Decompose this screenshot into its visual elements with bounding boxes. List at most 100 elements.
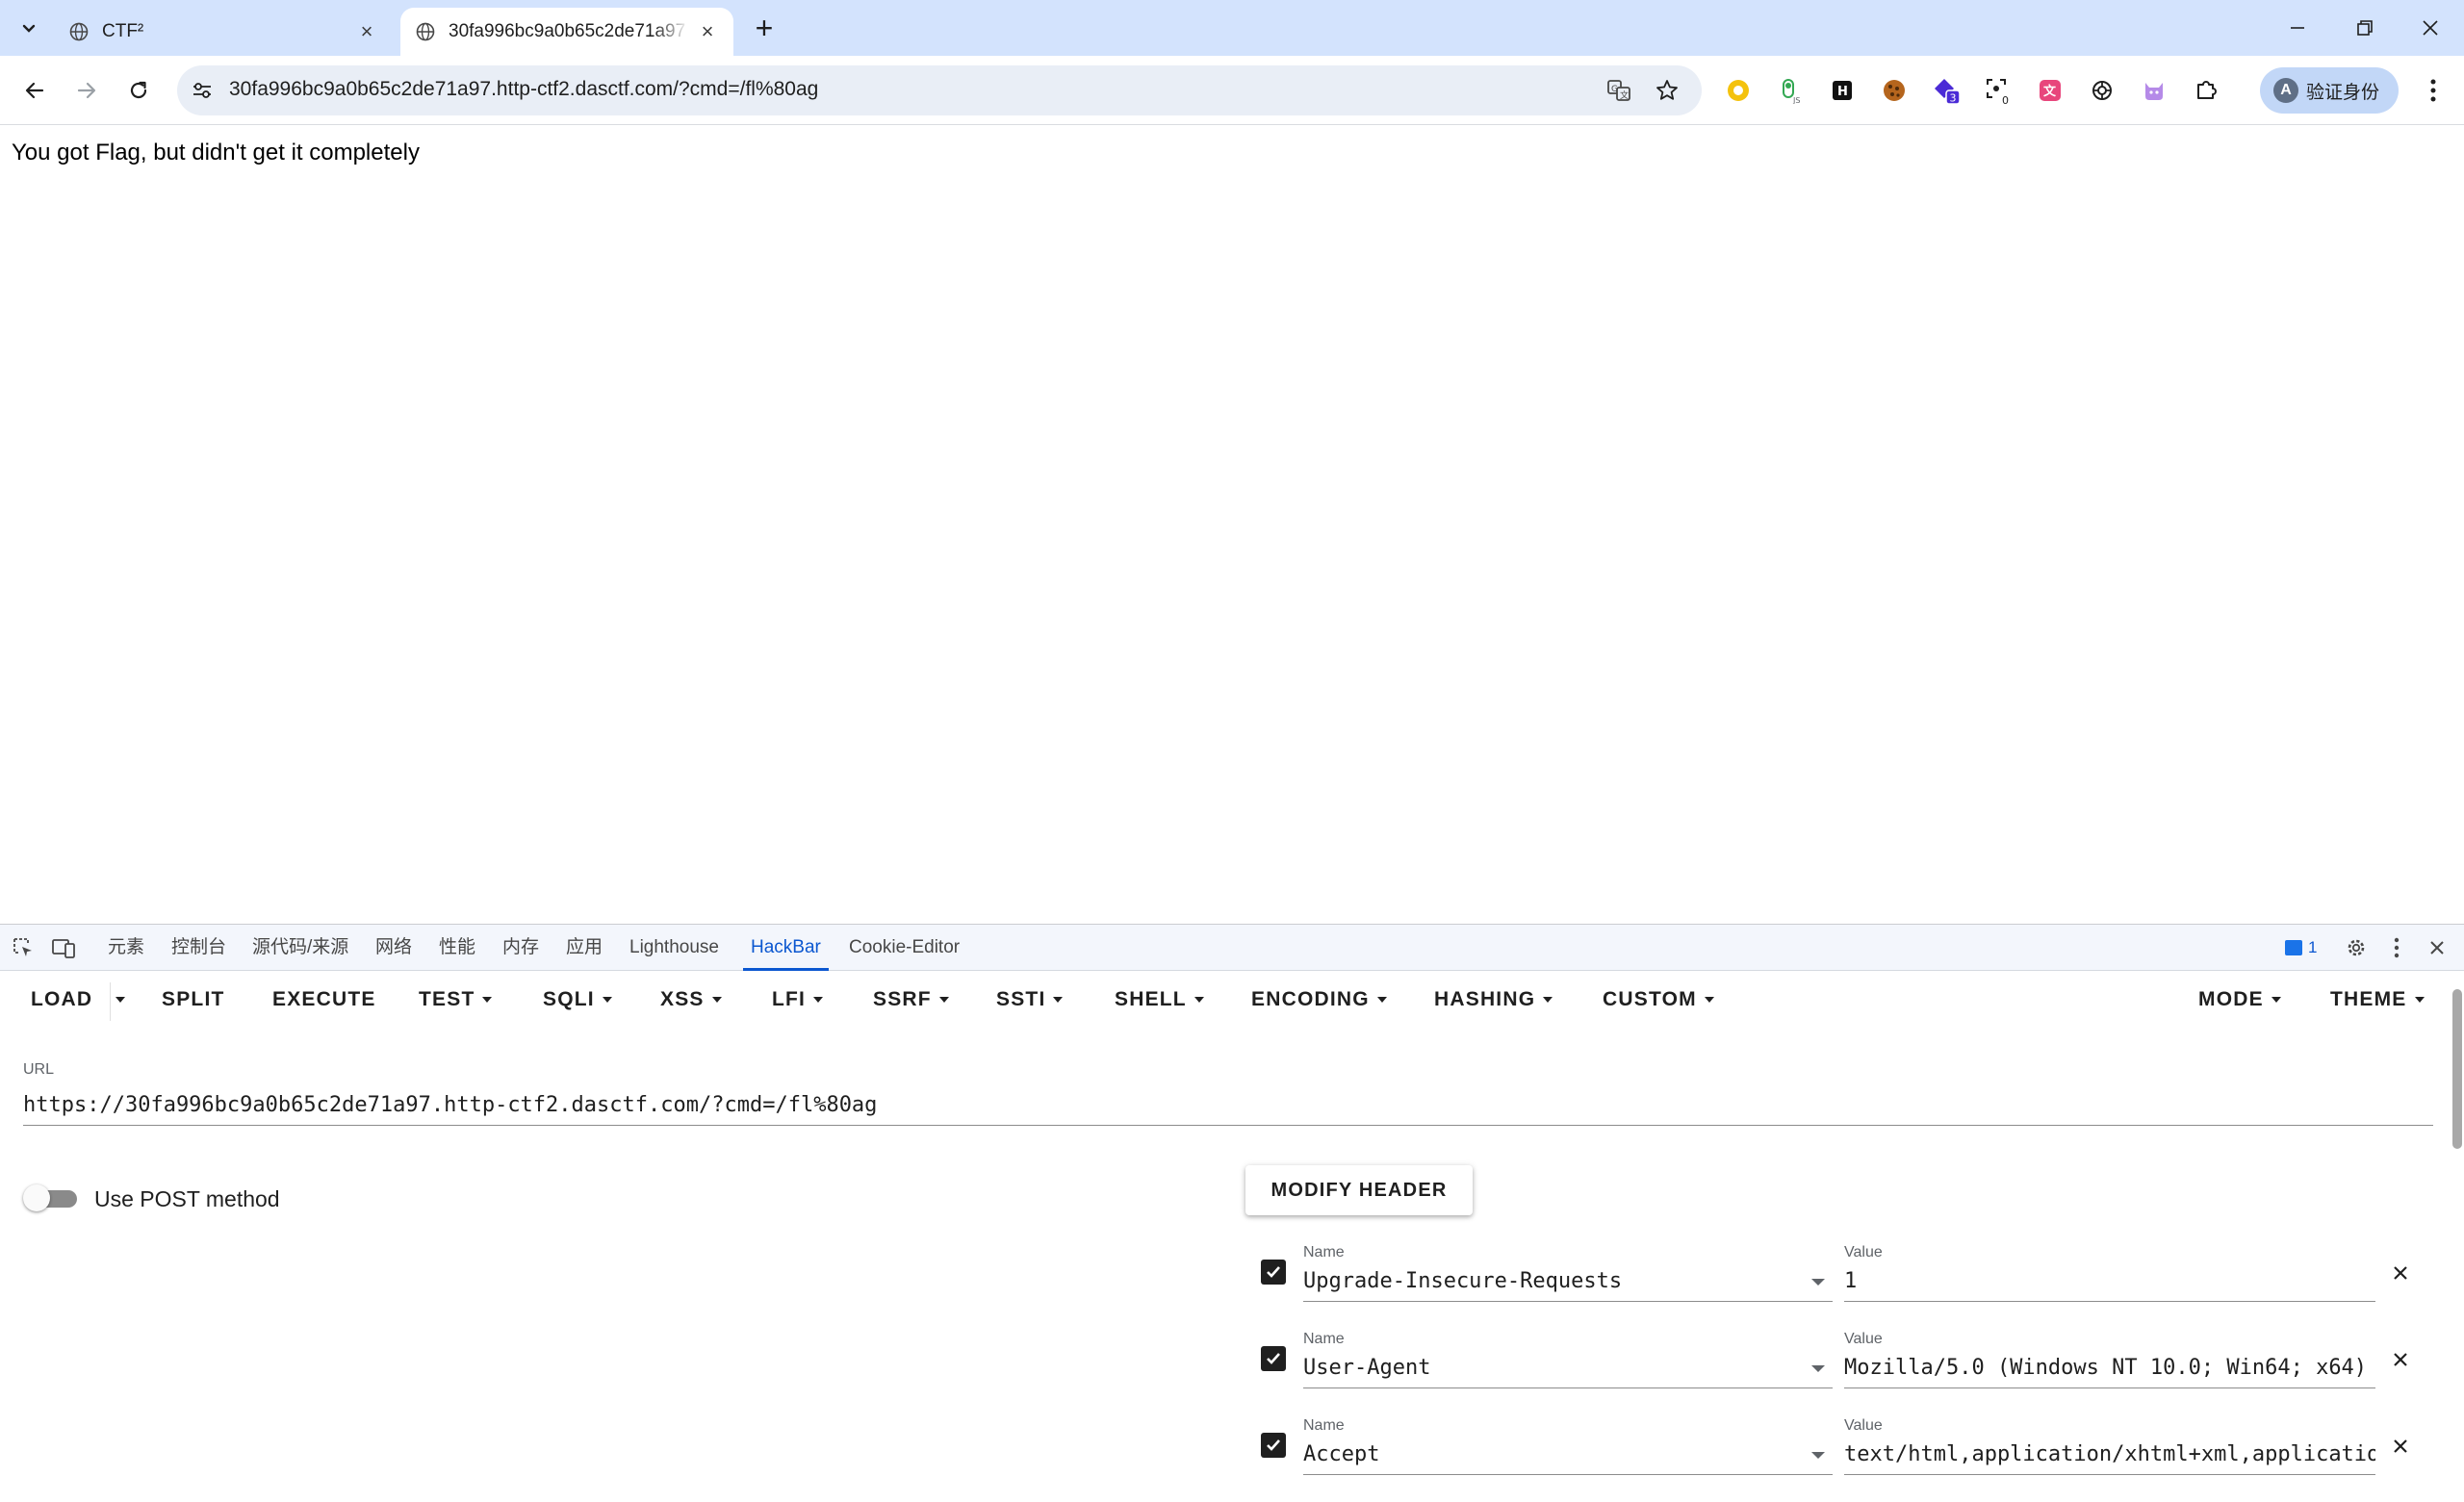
- restore-button[interactable]: [2331, 0, 2399, 56]
- header-enabled-checkbox[interactable]: [1261, 1260, 1286, 1285]
- hackbar-lfi-menu[interactable]: LFI: [772, 988, 824, 1011]
- devtools-tab-cookie-editor[interactable]: Cookie-Editor: [849, 925, 960, 971]
- header-value[interactable]: 1: [1844, 1269, 2375, 1293]
- header-value[interactable]: Mozilla/5.0 (Windows NT 10.0; Win64; x64…: [1844, 1356, 2375, 1380]
- more-vert-icon: [2430, 79, 2436, 102]
- browser-tab-active[interactable]: 30fa996bc9a0b65c2de71a97 ×: [400, 8, 733, 56]
- settings-gear-icon[interactable]: [2343, 934, 2370, 961]
- translate-icon[interactable]: G文: [1605, 77, 1632, 104]
- url-field[interactable]: https://30fa996bc9a0b65c2de71a97.http-ct…: [23, 1093, 2433, 1126]
- hackbar-mode-menu[interactable]: MODE: [2198, 988, 2281, 1011]
- remove-header-button[interactable]: [2387, 1260, 2414, 1286]
- translate-ext-icon[interactable]: 文: [2033, 73, 2067, 108]
- hackbar-ssti-menu[interactable]: SSTI: [996, 988, 1064, 1011]
- devtools-tab-memory[interactable]: 内存: [502, 925, 539, 971]
- tab-close-icon[interactable]: ×: [356, 21, 377, 42]
- cookie-icon[interactable]: [1877, 73, 1912, 108]
- back-button[interactable]: [13, 69, 56, 112]
- post-method-toggle[interactable]: [23, 1183, 77, 1213]
- header-name-field[interactable]: Name Upgrade-Insecure-Requests: [1303, 1242, 1833, 1302]
- devtools-tab-performance[interactable]: 性能: [439, 925, 475, 971]
- cat-icon[interactable]: [2137, 73, 2171, 108]
- svg-text:文: 文: [2043, 84, 2057, 99]
- header-value[interactable]: text/html,application/xhtml+xml,applicat…: [1844, 1442, 2375, 1466]
- field-label: Value: [1844, 1417, 1883, 1434]
- reload-button[interactable]: [117, 69, 160, 112]
- devtools-scrollbar[interactable]: [2452, 989, 2462, 1149]
- new-tab-button[interactable]: +: [747, 12, 782, 46]
- js-toggle-icon[interactable]: JS: [1773, 73, 1808, 108]
- hackbar-encoding-menu[interactable]: ENCODING: [1251, 988, 1387, 1011]
- header-value-field[interactable]: Value Mozilla/5.0 (Windows NT 10.0; Win6…: [1844, 1329, 2375, 1388]
- issues-count: 1: [2308, 938, 2318, 956]
- scan-icon[interactable]: 0: [1981, 73, 2015, 108]
- post-method-label: Use POST method: [94, 1186, 280, 1211]
- hackbar-hashing-menu[interactable]: HASHING: [1434, 988, 1553, 1011]
- hackbar-load-button[interactable]: LOAD: [31, 988, 92, 1011]
- devtools-tab-network[interactable]: 网络: [375, 925, 412, 971]
- site-info-icon[interactable]: [191, 79, 214, 102]
- issues-badge[interactable]: 1: [2285, 936, 2317, 959]
- device-toolbar-icon[interactable]: [50, 934, 77, 961]
- devtools-close-icon[interactable]: [2424, 934, 2451, 961]
- devtools-tab-lighthouse[interactable]: Lighthouse: [629, 925, 719, 971]
- header-value-field[interactable]: Value 1: [1844, 1242, 2375, 1302]
- hackbar-load-dropdown[interactable]: [116, 988, 125, 1011]
- hackbar-shell-menu[interactable]: SHELL: [1115, 988, 1204, 1011]
- dropdown-arrow-icon[interactable]: [1811, 1452, 1825, 1459]
- forward-button[interactable]: [65, 69, 108, 112]
- ext-badge-count: 3: [1950, 92, 1957, 105]
- header-enabled-checkbox[interactable]: [1261, 1433, 1286, 1458]
- address-text[interactable]: 30fa996bc9a0b65c2de71a97.http-ctf2.dasct…: [229, 78, 818, 101]
- devtools-panel: 元素 控制台 源代码/来源 网络 性能 内存 应用 Lighthouse Hac…: [0, 924, 2464, 1475]
- inspect-element-icon[interactable]: [10, 934, 37, 961]
- hackbar-custom-menu[interactable]: CUSTOM: [1603, 988, 1714, 1011]
- devtools-tab-console[interactable]: 控制台: [171, 925, 226, 971]
- dropdown-arrow-icon[interactable]: [1811, 1365, 1825, 1372]
- page-viewport: You got Flag, but didn't get it complete…: [0, 126, 2464, 924]
- header-name-field[interactable]: Name User-Agent: [1303, 1329, 1833, 1388]
- h-icon[interactable]: H: [1825, 73, 1860, 108]
- remove-header-button[interactable]: [2387, 1433, 2414, 1460]
- header-name-value[interactable]: Accept: [1303, 1442, 1804, 1466]
- devtools-tab-sources[interactable]: 源代码/来源: [252, 925, 348, 971]
- bookmark-star-icon[interactable]: [1654, 77, 1681, 104]
- devtools-tab-elements[interactable]: 元素: [108, 925, 144, 971]
- hackbar-ssrf-menu[interactable]: SSRF: [873, 988, 949, 1011]
- toggle-knob: [23, 1184, 50, 1211]
- hackbar-test-menu[interactable]: TEST: [419, 988, 493, 1011]
- profile-button[interactable]: A 验证身份: [2260, 67, 2399, 114]
- issue-icon: [2285, 940, 2302, 955]
- openai-icon[interactable]: [2085, 73, 2119, 108]
- field-label: Value: [1844, 1331, 1883, 1347]
- remove-header-button[interactable]: [2387, 1346, 2414, 1373]
- hackbar-sqli-menu[interactable]: SQLI: [543, 988, 612, 1011]
- tab-search-button[interactable]: [10, 10, 48, 48]
- close-window-button[interactable]: [2397, 0, 2464, 56]
- devtools-tab-hackbar[interactable]: HackBar: [743, 925, 829, 971]
- hackbar-circle-icon[interactable]: [1721, 73, 1756, 108]
- hackbar-theme-menu[interactable]: THEME: [2330, 988, 2425, 1011]
- header-value-field[interactable]: Value text/html,application/xhtml+xml,ap…: [1844, 1415, 2375, 1475]
- browser-menu-button[interactable]: [2416, 73, 2451, 108]
- tab-close-icon[interactable]: ×: [697, 21, 718, 42]
- reload-icon: [130, 81, 147, 99]
- header-name-field[interactable]: Name Accept: [1303, 1415, 1833, 1475]
- hackbar-execute-button[interactable]: EXECUTE: [272, 988, 376, 1011]
- devtools-menu-icon[interactable]: [2383, 934, 2410, 961]
- header-enabled-checkbox[interactable]: [1261, 1346, 1286, 1371]
- puzzle-icon[interactable]: [2189, 73, 2223, 108]
- browser-toolbar: 30fa996bc9a0b65c2de71a97.http-ctf2.dasct…: [0, 56, 2464, 125]
- svg-text:G: G: [1611, 85, 1618, 94]
- header-name-value[interactable]: User-Agent: [1303, 1356, 1804, 1380]
- address-bar[interactable]: 30fa996bc9a0b65c2de71a97.http-ctf2.dasct…: [177, 65, 1702, 115]
- devtools-tab-application[interactable]: 应用: [566, 925, 603, 971]
- hackbar-split-button[interactable]: SPLIT: [162, 988, 225, 1011]
- ext-badge-icon[interactable]: 3: [1929, 73, 1964, 108]
- dropdown-arrow-icon[interactable]: [1811, 1279, 1825, 1286]
- modify-header-button[interactable]: MODIFY HEADER: [1245, 1165, 1473, 1215]
- minimize-button[interactable]: [2264, 0, 2331, 56]
- hackbar-xss-menu[interactable]: XSS: [660, 988, 722, 1011]
- browser-tab-ctf2[interactable]: CTF² ×: [54, 8, 393, 56]
- header-name-value[interactable]: Upgrade-Insecure-Requests: [1303, 1269, 1804, 1293]
